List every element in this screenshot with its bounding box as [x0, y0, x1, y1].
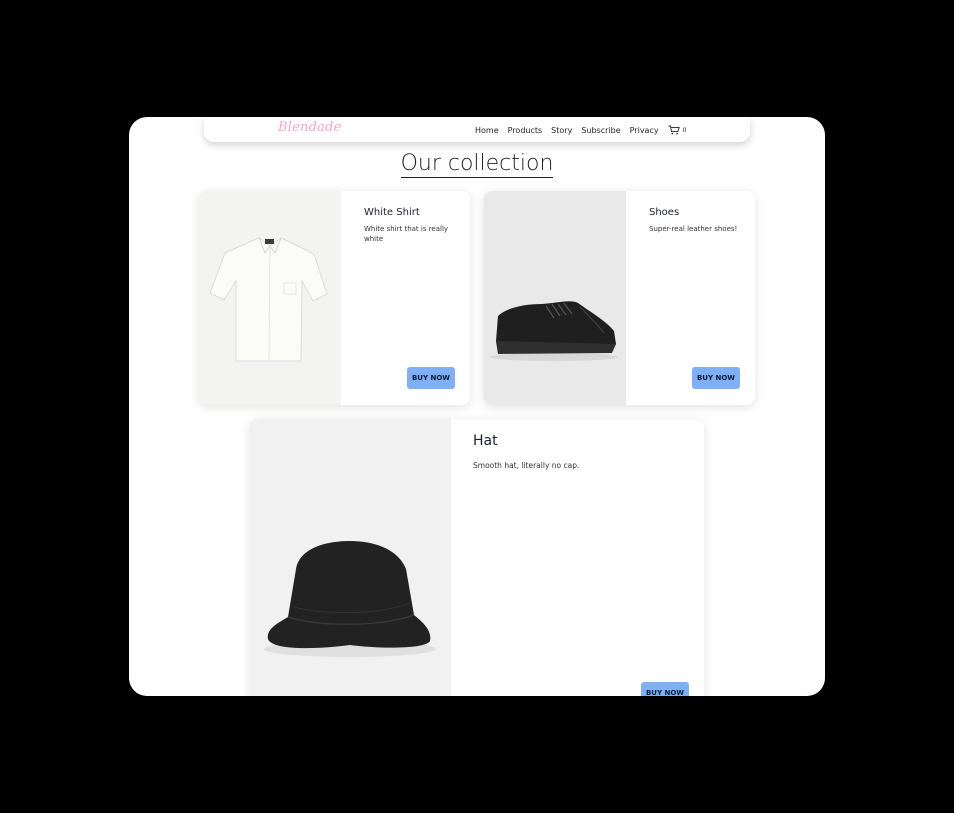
page-title: Our collection: [129, 151, 825, 178]
cart-icon: [668, 125, 680, 135]
buy-now-button[interactable]: BUY NOW: [641, 682, 689, 696]
nav-products[interactable]: Products: [508, 126, 543, 135]
hat-image: [264, 541, 436, 657]
shoe-image: [490, 301, 618, 361]
product-description: Smooth hat, literally no cap.: [473, 461, 580, 470]
shirt-image: [209, 237, 328, 362]
nav-links: Home Products Story Subscribe Privacy 0: [475, 125, 686, 135]
product-description: White shirt that is really white: [364, 225, 449, 244]
cart-button[interactable]: 0: [668, 125, 687, 135]
product-card-white-shirt: White Shirt White shirt that is really w…: [199, 191, 470, 405]
product-name: Hat: [473, 433, 498, 449]
product-name: White Shirt: [364, 207, 420, 218]
product-image: [199, 191, 341, 405]
product-name: Shoes: [649, 207, 680, 218]
page-title-text: Our collection: [400, 151, 554, 178]
nav-privacy[interactable]: Privacy: [630, 126, 659, 135]
brand-logo[interactable]: Blendade: [278, 120, 341, 135]
product-card-hat: Hat Smooth hat, literally no cap. BUY NO…: [250, 419, 704, 696]
product-image: [484, 191, 626, 405]
nav-home[interactable]: Home: [475, 126, 499, 135]
nav-story[interactable]: Story: [551, 126, 572, 135]
product-description: Super-real leather shoes!: [649, 225, 738, 233]
product-card-shoes: Shoes Super-real leather shoes! BUY NOW: [484, 191, 755, 405]
product-image: [250, 419, 451, 696]
cart-count: 0: [682, 126, 687, 134]
browser-viewport: Blendade Home Products Story Subscribe P…: [129, 117, 825, 696]
buy-now-button[interactable]: BUY NOW: [407, 367, 455, 389]
navbar: Blendade Home Products Story Subscribe P…: [204, 117, 750, 142]
buy-now-button[interactable]: BUY NOW: [692, 367, 740, 389]
nav-subscribe[interactable]: Subscribe: [581, 126, 620, 135]
